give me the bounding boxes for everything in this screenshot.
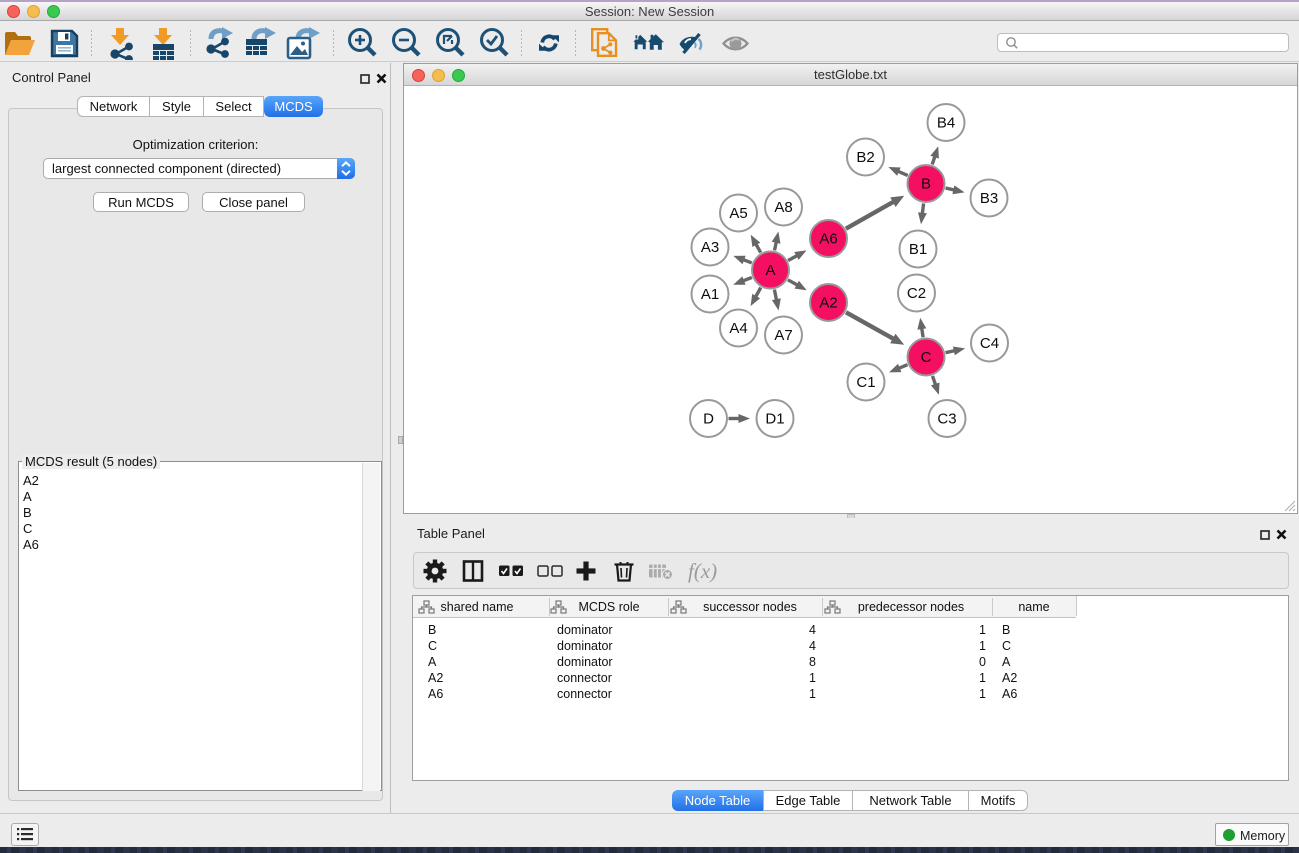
svg-text:D: D [703,411,714,428]
svg-text:B: B [1002,623,1010,637]
svg-text:C3: C3 [937,411,956,428]
svg-text:A6: A6 [428,687,443,701]
svg-text:1: 1 [979,687,986,701]
svg-text:shared name: shared name [441,600,514,614]
svg-text:4: 4 [809,639,816,653]
svg-text:A8: A8 [774,199,792,216]
svg-text:B2: B2 [856,149,874,166]
svg-text:A5: A5 [729,205,747,222]
svg-text:A: A [765,262,775,279]
svg-text:4: 4 [809,623,816,637]
svg-text:dominator: dominator [557,639,613,653]
svg-text:B: B [428,623,436,637]
svg-text:connector: connector [557,671,612,685]
svg-text:C: C [921,349,932,366]
svg-text:A2: A2 [1002,671,1017,685]
svg-text:C2: C2 [907,285,926,302]
svg-text:A: A [1002,655,1011,669]
svg-text:MCDS role: MCDS role [578,600,639,614]
svg-text:1: 1 [979,623,986,637]
svg-text:1: 1 [979,639,986,653]
svg-text:f(x): f(x) [688,559,717,583]
svg-text:A6: A6 [1002,687,1017,701]
svg-text:A7: A7 [774,327,792,344]
svg-text:A2: A2 [819,295,837,312]
svg-text:B3: B3 [980,190,998,207]
svg-text:D1: D1 [765,411,784,428]
svg-text:name: name [1018,600,1049,614]
svg-text:A2: A2 [428,671,443,685]
svg-text:A4: A4 [729,320,747,337]
svg-text:C1: C1 [856,374,875,391]
svg-text:connector: connector [557,687,612,701]
svg-text:8: 8 [809,655,816,669]
svg-text:A6: A6 [819,231,837,248]
svg-text:1: 1 [979,671,986,685]
svg-text:1: 1 [809,671,816,685]
svg-text:predecessor nodes: predecessor nodes [858,600,964,614]
svg-text:1: 1 [809,687,816,701]
svg-text:dominator: dominator [557,655,613,669]
svg-text:A1: A1 [701,286,719,303]
svg-text:A3: A3 [701,239,719,256]
svg-text:C: C [1002,639,1011,653]
svg-text:0: 0 [979,655,986,669]
svg-text:dominator: dominator [557,623,613,637]
svg-text:C4: C4 [980,335,999,352]
svg-text:B1: B1 [909,241,927,258]
svg-text:C: C [428,639,437,653]
svg-text:successor nodes: successor nodes [703,600,797,614]
svg-text:B4: B4 [937,115,955,132]
svg-text:B: B [921,176,931,193]
svg-text:A: A [428,655,437,669]
